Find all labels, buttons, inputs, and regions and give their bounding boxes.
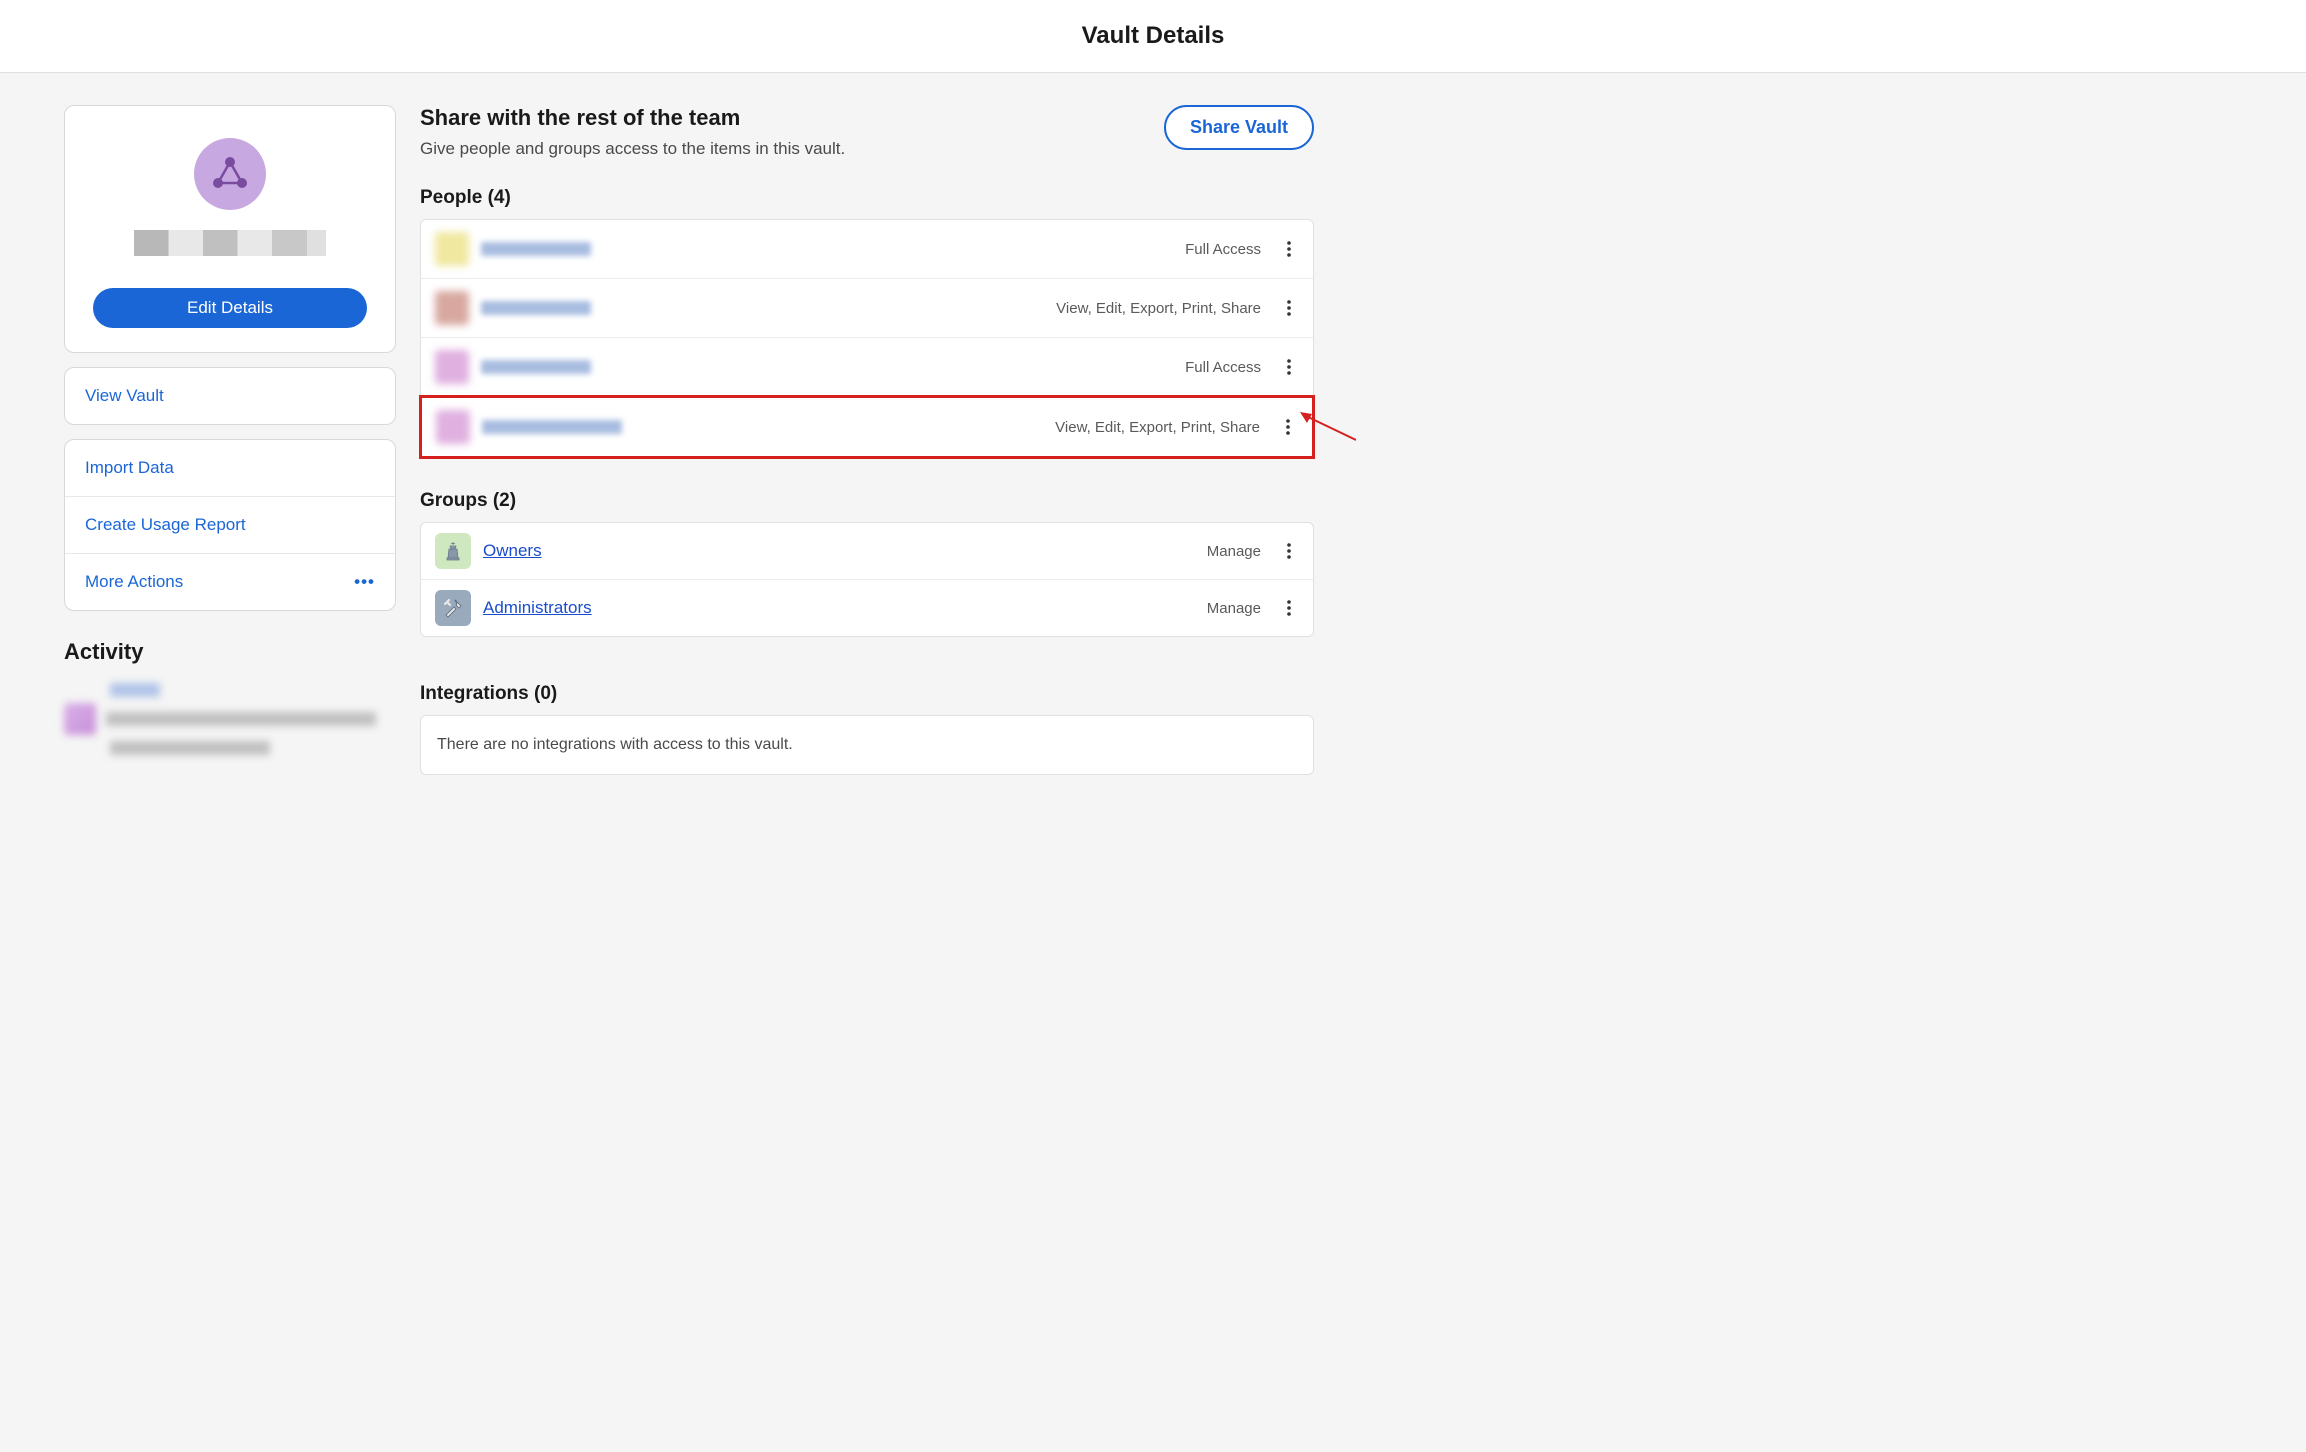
group-row[interactable]: Administrators Manage xyxy=(421,580,1313,636)
access-label: Manage xyxy=(1207,543,1261,560)
action-list-main: Import Data Create Usage Report More Act… xyxy=(64,439,396,611)
view-vault-label: View Vault xyxy=(85,386,164,406)
more-actions-label: More Actions xyxy=(85,572,183,592)
annotation-arrow-icon xyxy=(1300,412,1356,442)
row-more-button[interactable] xyxy=(1279,541,1299,561)
action-list-view: View Vault xyxy=(64,367,396,425)
avatar xyxy=(435,232,469,266)
create-report-link[interactable]: Create Usage Report xyxy=(65,497,395,554)
edit-details-button[interactable]: Edit Details xyxy=(93,288,367,328)
vault-name-redacted xyxy=(134,230,326,256)
triangle-icon xyxy=(209,153,251,195)
chess-king-icon xyxy=(442,540,464,562)
activity-heading: Activity xyxy=(64,639,396,665)
view-vault-link[interactable]: View Vault xyxy=(65,368,395,424)
activity-section: Activity xyxy=(64,639,396,755)
group-icon-admins xyxy=(435,590,471,626)
sidebar: Edit Details View Vault Import Data Crea… xyxy=(64,105,396,775)
vault-info-card: Edit Details xyxy=(64,105,396,353)
access-label: View, Edit, Export, Print, Share xyxy=(1055,419,1260,436)
vault-icon xyxy=(194,138,266,210)
groups-heading: Groups (2) xyxy=(420,490,1314,512)
share-vault-button[interactable]: Share Vault xyxy=(1164,105,1314,150)
avatar xyxy=(435,291,469,325)
import-data-label: Import Data xyxy=(85,458,174,478)
access-label: Full Access xyxy=(1185,359,1261,376)
person-name-redacted xyxy=(481,301,591,315)
import-data-link[interactable]: Import Data xyxy=(65,440,395,497)
group-name-link[interactable]: Administrators xyxy=(483,598,592,618)
more-vertical-icon xyxy=(1287,300,1291,316)
person-row[interactable]: View, Edit, Export, Print, Share xyxy=(421,279,1313,338)
person-name-redacted xyxy=(482,420,622,434)
groups-list: Owners Manage Administrators Manage xyxy=(420,522,1314,637)
row-more-button[interactable] xyxy=(1279,598,1299,618)
tools-icon xyxy=(442,597,464,619)
integrations-empty-state: There are no integrations with access to… xyxy=(420,715,1314,775)
more-vertical-icon xyxy=(1286,419,1290,435)
activity-redacted xyxy=(64,683,396,755)
access-label: Manage xyxy=(1207,600,1261,617)
access-label: View, Edit, Export, Print, Share xyxy=(1056,300,1261,317)
share-subtitle: Give people and groups access to the ite… xyxy=(420,139,845,159)
person-row-highlighted[interactable]: View, Edit, Export, Print, Share xyxy=(419,395,1315,459)
more-vertical-icon xyxy=(1287,359,1291,375)
page-title: Vault Details xyxy=(0,22,2306,50)
access-label: Full Access xyxy=(1185,241,1261,258)
more-actions-link[interactable]: More Actions ••• xyxy=(65,554,395,610)
share-header: Share with the rest of the team Give peo… xyxy=(420,105,1314,159)
group-row[interactable]: Owners Manage xyxy=(421,523,1313,580)
more-vertical-icon xyxy=(1287,241,1291,257)
person-row[interactable]: Full Access xyxy=(421,338,1313,397)
row-more-button[interactable] xyxy=(1279,298,1299,318)
more-vertical-icon xyxy=(1287,543,1291,559)
person-row[interactable]: Full Access xyxy=(421,220,1313,279)
create-report-label: Create Usage Report xyxy=(85,515,246,535)
main-content: Share with the rest of the team Give peo… xyxy=(420,105,1314,775)
integrations-empty-text: There are no integrations with access to… xyxy=(437,736,793,753)
people-heading: People (4) xyxy=(420,187,1314,209)
row-more-button[interactable] xyxy=(1278,417,1298,437)
person-name-redacted xyxy=(481,360,591,374)
people-list: Full Access View, Edit, Export, Print, S… xyxy=(420,219,1314,458)
page-header: Vault Details xyxy=(0,0,2306,73)
row-more-button[interactable] xyxy=(1279,239,1299,259)
more-vertical-icon xyxy=(1287,600,1291,616)
share-title: Share with the rest of the team xyxy=(420,105,845,131)
ellipsis-icon: ••• xyxy=(354,572,375,592)
group-icon-owners xyxy=(435,533,471,569)
integrations-heading: Integrations (0) xyxy=(420,683,1314,705)
avatar xyxy=(435,350,469,384)
group-name-link[interactable]: Owners xyxy=(483,541,542,561)
person-name-redacted xyxy=(481,242,591,256)
row-more-button[interactable] xyxy=(1279,357,1299,377)
avatar xyxy=(436,410,470,444)
